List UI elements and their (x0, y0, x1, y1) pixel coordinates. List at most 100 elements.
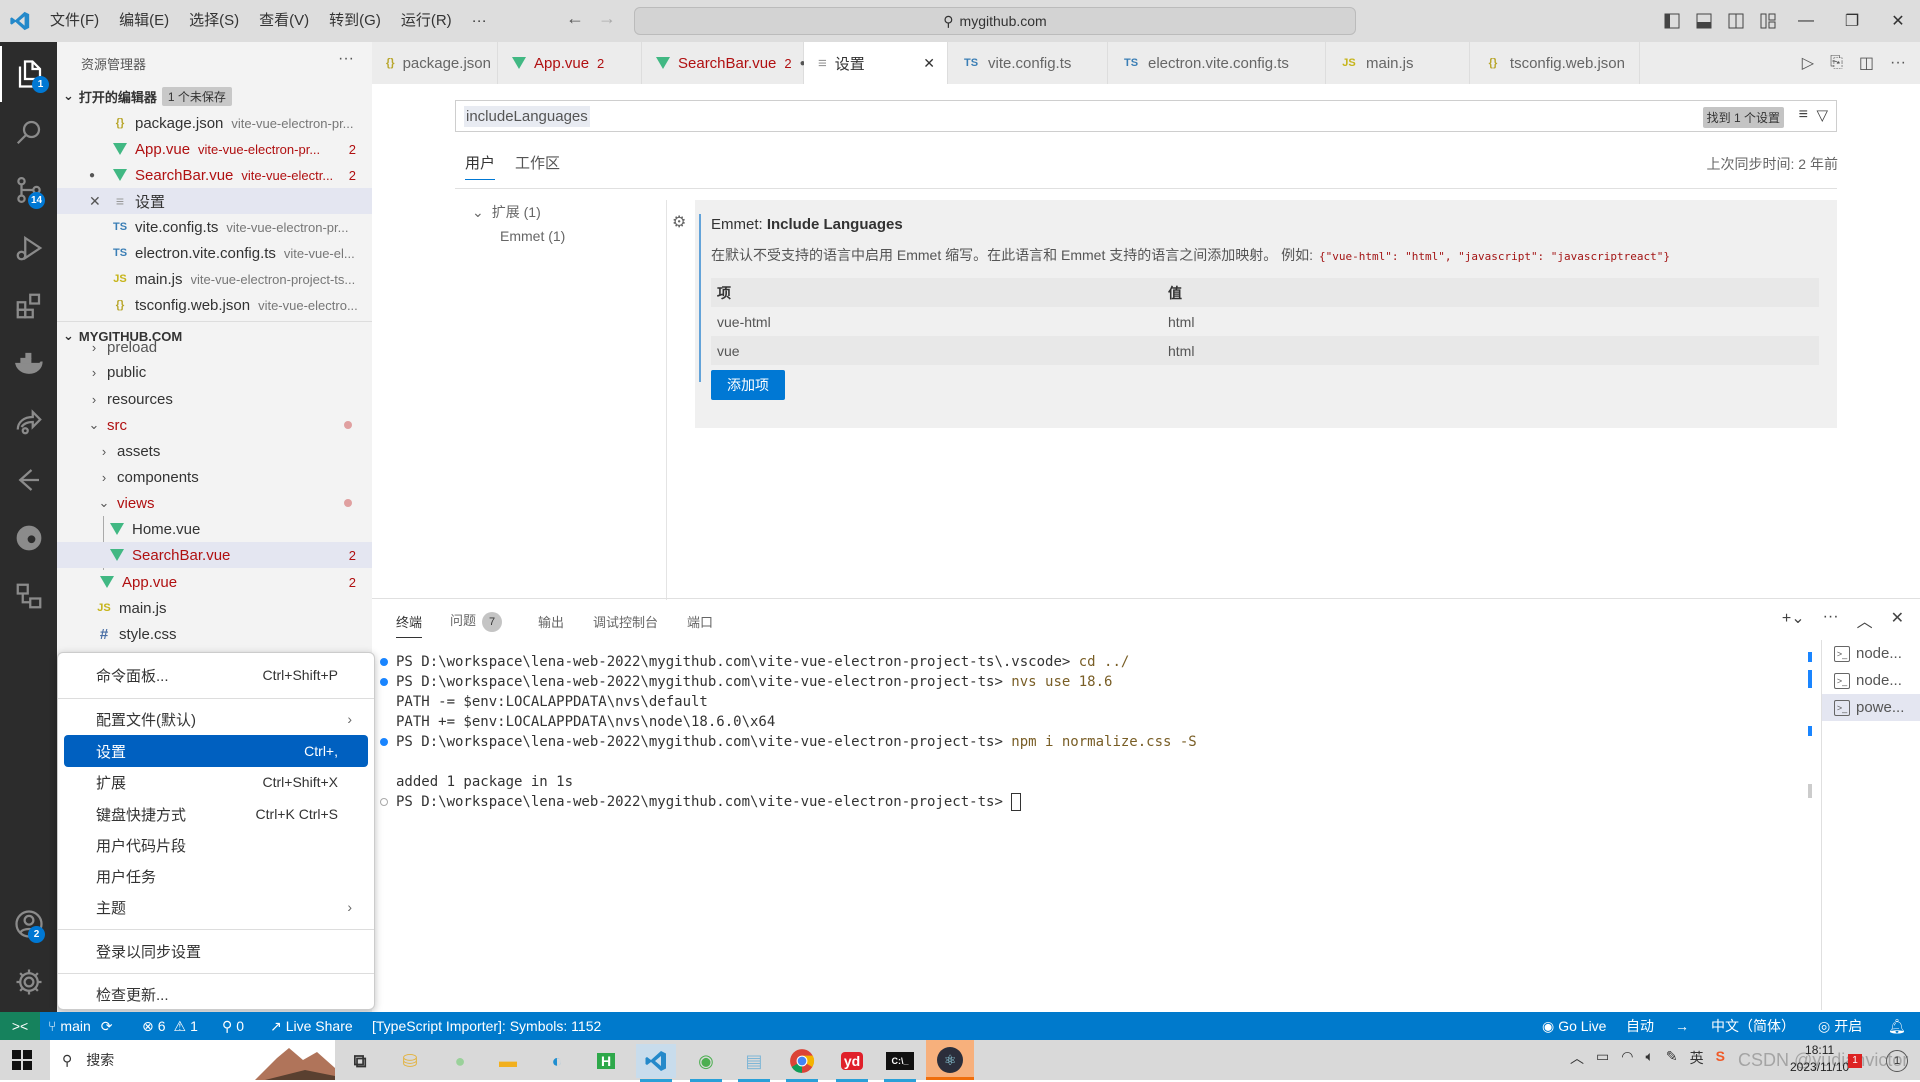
menu-item-command-palette[interactable]: 命令面板... Ctrl+Shift+P (64, 659, 368, 691)
command-decoration-icon[interactable] (380, 738, 388, 746)
tab-tsconfig-web[interactable]: {} tsconfig.web.json (1470, 42, 1640, 84)
toc-group-extensions[interactable]: ⌄ 扩展 (1) (472, 202, 565, 222)
menu-file[interactable]: 文件(F) (40, 0, 109, 42)
tree-folder[interactable]: › assets (57, 438, 372, 464)
file-explorer-icon[interactable]: ▬ (488, 1044, 528, 1078)
notepad-icon[interactable]: ▤ (734, 1044, 774, 1082)
open-editor-item[interactable]: App.vue vite-vue-electron-pr... 2 (57, 136, 372, 162)
tree-folder[interactable]: › preload (57, 338, 372, 356)
chat-app-icon[interactable]: ● (440, 1044, 480, 1078)
tree-file[interactable]: SearchBar.vue 2 (57, 542, 372, 568)
command-decoration-icon[interactable] (380, 798, 388, 806)
menu-item-user-tasks[interactable]: 用户任务 (64, 860, 368, 892)
command-decoration-icon[interactable] (380, 678, 388, 686)
menu-item-check-updates[interactable]: 检查更新... (64, 978, 368, 1010)
unsaved-dot-icon[interactable]: ● (89, 170, 113, 181)
explorer-icon[interactable]: 1 (0, 46, 57, 102)
setting-gear-icon[interactable]: ⚙ (672, 212, 686, 232)
terminal-instance[interactable]: >_ node... (1822, 667, 1920, 694)
menu-item-themes[interactable]: 主题 › (64, 891, 368, 923)
auto-status[interactable]: 自动 (1626, 1012, 1654, 1040)
terminal-app-icon[interactable]: C:\_ (880, 1044, 920, 1082)
tab-searchbar-vue[interactable]: SearchBar.vue 2 ● (642, 42, 806, 84)
tab-ports[interactable]: 端口 (687, 612, 713, 631)
tab-user[interactable]: 用户 (465, 152, 496, 180)
close-icon[interactable]: ✕ (89, 193, 111, 210)
more-actions-icon[interactable]: ··· (1823, 608, 1839, 632)
task-view-icon[interactable]: ⧉ (340, 1044, 380, 1078)
settings-search-input[interactable]: includeLanguages 找到 1 个设置 ≡ ▽ (455, 100, 1837, 132)
youdao-icon[interactable]: yd (832, 1044, 872, 1082)
menu-item-extensions[interactable]: 扩展 Ctrl+Shift+X (64, 766, 368, 798)
tab-debug-console[interactable]: 调试控制台 (593, 612, 658, 631)
tab-workspace[interactable]: 工作区 (515, 152, 560, 173)
terminal-instance[interactable]: >_ node... (1822, 640, 1920, 667)
pen-icon[interactable]: ✎ (1666, 1048, 1678, 1068)
branch-indicator[interactable]: ⑂ main ⟳ (48, 1012, 113, 1040)
tree-folder[interactable]: ⌄ views (57, 490, 372, 516)
ports-indicator[interactable]: ⚲ 0 (222, 1012, 244, 1040)
tab-terminal[interactable]: 终端 (396, 612, 423, 638)
open-status[interactable]: ◎ 开启 (1818, 1012, 1862, 1040)
app-tool-icon[interactable]: ⛁ (390, 1044, 430, 1078)
vscode-taskbar-icon[interactable] (636, 1044, 676, 1082)
source-control-icon[interactable]: 14 (0, 162, 57, 218)
tree-folder[interactable]: › components (57, 464, 372, 490)
open-editor-item[interactable]: TS electron.vite.config.ts vite-vue-el..… (57, 240, 372, 266)
tab-electron-vite-config[interactable]: TS electron.vite.config.ts (1108, 42, 1326, 84)
table-row[interactable]: vue html (711, 336, 1819, 365)
tree-folder[interactable]: › resources (57, 386, 372, 412)
more-actions-icon[interactable]: ··· (338, 50, 354, 68)
accounts-icon[interactable]: 2 (0, 896, 57, 952)
terminal-output[interactable]: PS D:\workspace\lena-web-2022\mygithub.c… (380, 652, 1197, 812)
terminal-instance[interactable]: >_ powe... (1822, 694, 1920, 721)
scrollbar-thumb[interactable] (1808, 784, 1812, 798)
sync-icon[interactable]: ⟳ (101, 1018, 113, 1035)
remote-explorer-icon[interactable] (0, 568, 57, 624)
menu-item-sign-in-sync[interactable]: 登录以同步设置 (64, 935, 368, 967)
arrow-right-icon[interactable]: → (1675, 1012, 1689, 1040)
maximize-panel-icon[interactable]: ︿ (1857, 608, 1873, 632)
open-editor-item[interactable]: {} package.json vite-vue-electron-pr... (57, 110, 372, 136)
search-value[interactable]: includeLanguages (464, 105, 590, 127)
tab-main-js[interactable]: JS main.js (1326, 42, 1470, 84)
tree-file[interactable]: Home.vue (57, 516, 372, 542)
tab-settings[interactable]: ≡ 设置 ✕ (804, 42, 948, 84)
command-decoration-icon[interactable] (380, 658, 388, 666)
chrome-icon[interactable] (782, 1044, 822, 1082)
command-center[interactable]: ⚲ mygithub.com (634, 7, 1356, 35)
close-tab-icon[interactable]: ✕ (923, 55, 935, 72)
close-panel-icon[interactable]: ✕ (1891, 608, 1904, 632)
tree-folder[interactable]: ⌄ src (57, 412, 372, 438)
extensions-icon[interactable] (0, 278, 57, 334)
open-editor-item[interactable]: ● SearchBar.vue vite-vue-electr... 2 (57, 162, 372, 188)
docker-icon[interactable] (0, 336, 57, 392)
tree-file[interactable]: # style.css (57, 621, 372, 647)
hbuilder-icon[interactable]: H (586, 1044, 626, 1078)
go-live-button[interactable]: ◉ Go Live (1542, 1012, 1606, 1040)
menu-item-keyboard-shortcuts[interactable]: 键盘快捷方式 Ctrl+K Ctrl+S (64, 798, 368, 830)
split-editor-icon[interactable]: ◫ (1859, 53, 1874, 73)
open-settings-json-icon[interactable]: ⎘ (1830, 54, 1843, 72)
show-hidden-icons-icon[interactable]: ︿ (1570, 1048, 1584, 1068)
live-share-button[interactable]: ↗ Live Share (270, 1012, 353, 1040)
green-app-icon[interactable]: ◉ (686, 1044, 726, 1082)
menu-go[interactable]: 转到(G) (319, 0, 391, 42)
open-editor-item[interactable]: ✕ ≡ 设置 (57, 188, 372, 214)
manage-gear-icon[interactable] (0, 954, 57, 1010)
menu-run[interactable]: 运行(R) (391, 0, 462, 42)
ts-importer-status[interactable]: [TypeScript Importer]: Symbols: 1152 (372, 1012, 601, 1040)
add-item-button[interactable]: 添加项 (711, 370, 785, 400)
menu-more[interactable]: ··· (462, 0, 497, 42)
toc-item-emmet[interactable]: Emmet (1) (500, 228, 565, 244)
tree-file[interactable]: JS main.js (57, 595, 372, 621)
open-editors-header[interactable]: ⌄ 打开的编辑器 1 个未保存 (57, 84, 372, 108)
clock[interactable]: 18:11 2023/11/10 (1790, 1042, 1849, 1076)
tree-file[interactable]: App.vue 2 (57, 569, 372, 595)
clear-filter-icon[interactable]: ≡ (1799, 106, 1808, 124)
edge-browser-icon[interactable]: ◐ (537, 1044, 577, 1078)
remote-indicator-icon[interactable]: >< (0, 1012, 40, 1040)
timeline-icon[interactable] (0, 452, 57, 508)
taskbar-search[interactable]: ⚲ 搜索 (50, 1040, 335, 1080)
run-debug-icon[interactable] (0, 220, 57, 276)
